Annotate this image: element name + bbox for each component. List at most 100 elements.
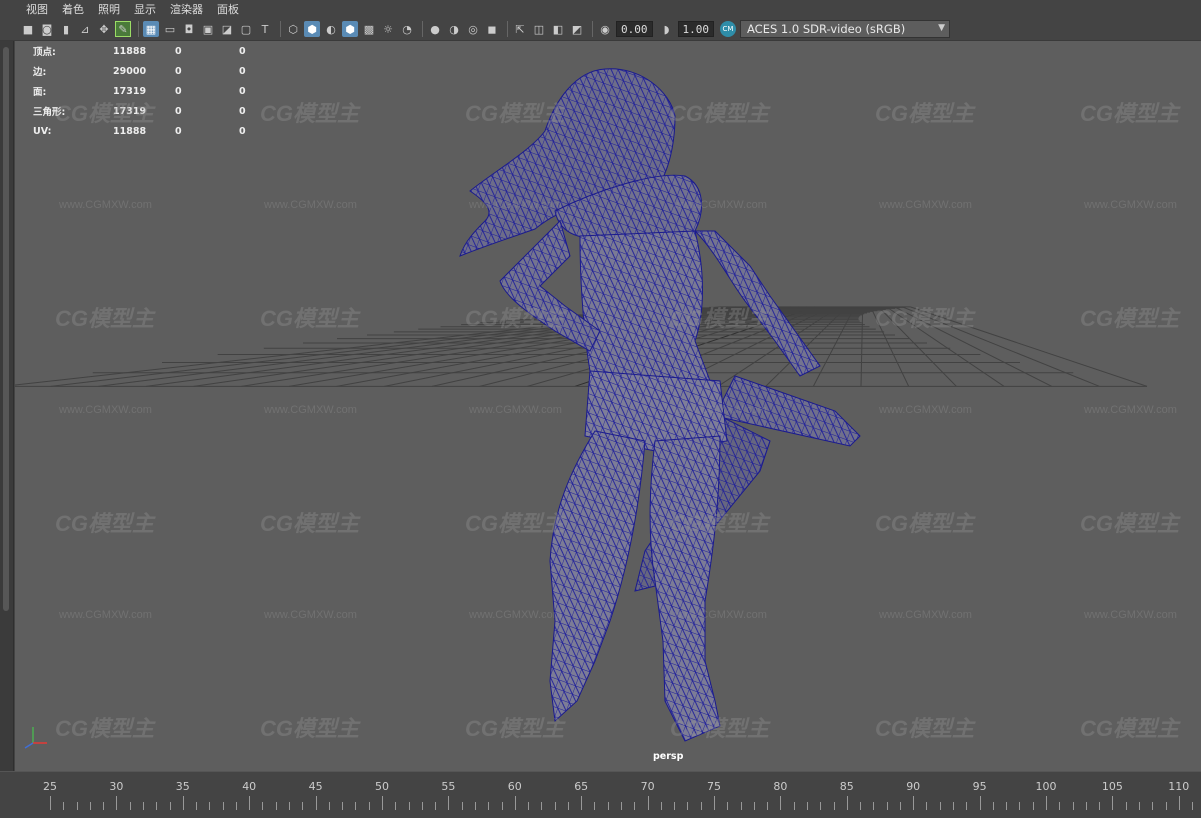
image-plane-icon[interactable]: ⊿ [77,21,93,37]
hud-value: 0 [239,45,246,57]
frame-tick [156,802,158,810]
menu-show[interactable]: 显示 [134,1,156,17]
view-axis-gizmo [24,727,47,749]
safe-title-icon[interactable]: T [257,21,273,37]
textured-icon[interactable]: ▩ [361,21,377,37]
time-slider[interactable]: 25 30 35 40 45 50 55 60 65 70 75 80 85 90 95 100 105 110 [0,771,1201,818]
grid-line [860,306,864,387]
default-material-icon[interactable]: ◐ [323,21,339,37]
film-gate-icon[interactable]: ▭ [162,21,178,37]
shadows-icon[interactable]: ◔ [399,21,415,37]
frame-tick [129,802,131,810]
vertical-scrollbar[interactable] [3,47,9,611]
screen-space-ao-icon[interactable]: ● [427,21,443,37]
gamma-icon[interactable]: ◗ [659,21,675,37]
use-all-lights-icon[interactable]: ☼ [380,21,396,37]
frame-tick [992,802,994,810]
hud-label: UV: [33,125,52,137]
frame-tick [514,796,516,810]
panel-menubar: 视图 着色 照明 显示 渲染器 面板 [0,0,1201,18]
anti-aliasing-icon[interactable]: ◎ [465,21,481,37]
grid-icon[interactable]: ▦ [143,21,159,37]
menu-lighting[interactable]: 照明 [98,1,120,17]
safe-action-icon[interactable]: ▢ [238,21,254,37]
wireframe-icon[interactable]: ⬡ [285,21,301,37]
frame-tick [408,802,410,810]
smooth-shade-icon[interactable]: ⬢ [304,21,320,37]
frame-label: 65 [574,780,589,793]
frame-tick [647,796,649,810]
frame-tick [315,796,317,810]
gate-mask-icon[interactable]: ▣ [200,21,216,37]
hud-label: 边: [33,67,47,78]
field-chart-icon[interactable]: ◪ [219,21,235,37]
frame-tick [833,802,835,810]
frame-tick [660,802,662,810]
frame-tick [913,796,915,810]
frame-label: 25 [43,780,57,793]
frame-tick [846,796,848,810]
wireframe-on-shaded-icon[interactable]: ⬢ [342,21,358,37]
frame-tick [594,802,596,810]
frame-tick [873,802,875,810]
hud-value: 0 [175,65,182,77]
color-management-icon[interactable]: CM [720,21,736,37]
frame-tick [966,802,968,810]
frame-tick [382,796,383,810]
exposure-field[interactable]: 0.00 [616,21,653,37]
hud-label: 三角形: [33,107,66,118]
frame-tick [700,802,702,810]
frame-tick [169,802,171,810]
frame-tick [714,796,715,810]
frame-tick [448,796,450,810]
frame-label: 80 [773,780,788,793]
depth-of-field-icon[interactable]: ◼ [484,21,500,37]
xray-joints-icon[interactable]: ◧ [550,21,566,37]
frame-tick [793,802,795,810]
hud-value: 0 [175,105,182,117]
bookmark-icon[interactable]: ▮ [58,21,74,37]
xray-icon[interactable]: ◫ [531,21,547,37]
frame-label: 75 [707,780,721,793]
view-transform-value: ACES 1.0 SDR-video (sRGB) [747,22,906,36]
camera-select-icon[interactable]: ■ [20,21,36,37]
frame-tick [1112,796,1114,810]
exposure-icon[interactable]: ◉ [597,21,613,37]
grease-pencil-icon[interactable]: ✎ [115,21,131,37]
menu-panels[interactable]: 面板 [217,1,239,17]
hud-value: 0 [239,65,246,77]
frame-tick [860,802,862,810]
view-transform-select[interactable]: ACES 1.0 SDR-video (sRGB) ▼ [740,20,950,38]
menu-shading[interactable]: 着色 [62,1,84,17]
frame-label: 40 [242,780,257,793]
frame-tick [541,802,543,810]
xray-components-icon[interactable]: ◩ [569,21,585,37]
frame-label: 90 [906,780,921,793]
frame-tick [89,802,91,810]
toolbar-divider [592,21,593,37]
camera-attributes-icon[interactable]: ◙ [39,21,55,37]
two-d-pan-icon[interactable]: ✥ [96,21,112,37]
frame-tick [76,802,78,810]
menu-view[interactable]: 视图 [26,1,48,17]
frame-tick [395,802,397,810]
frame-tick [780,796,782,810]
isolate-select-icon[interactable]: ⇱ [512,21,528,37]
frame-tick [1192,802,1194,810]
resolution-gate-icon[interactable]: ◘ [181,21,197,37]
hud-value: 0 [239,105,246,117]
frame-tick [196,802,198,810]
frame-tick [103,802,105,810]
hud-row-edges: 边: 29000 0 0 [33,61,279,81]
frame-tick [289,802,291,810]
frame-tick [886,802,888,810]
hud-value: 11888 [113,45,147,57]
menu-renderer[interactable]: 渲染器 [170,1,203,17]
frame-tick [740,802,742,810]
gamma-field[interactable]: 1.00 [677,21,714,37]
frame-tick [142,802,144,810]
frame-label: 110 [1168,780,1190,793]
motion-blur-icon[interactable]: ◑ [446,21,462,37]
toolbar-divider [422,21,423,37]
perspective-viewport[interactable]: 顶点: 11888 0 0 边: 29000 0 0 面: 17319 0 0 … [15,41,1201,771]
